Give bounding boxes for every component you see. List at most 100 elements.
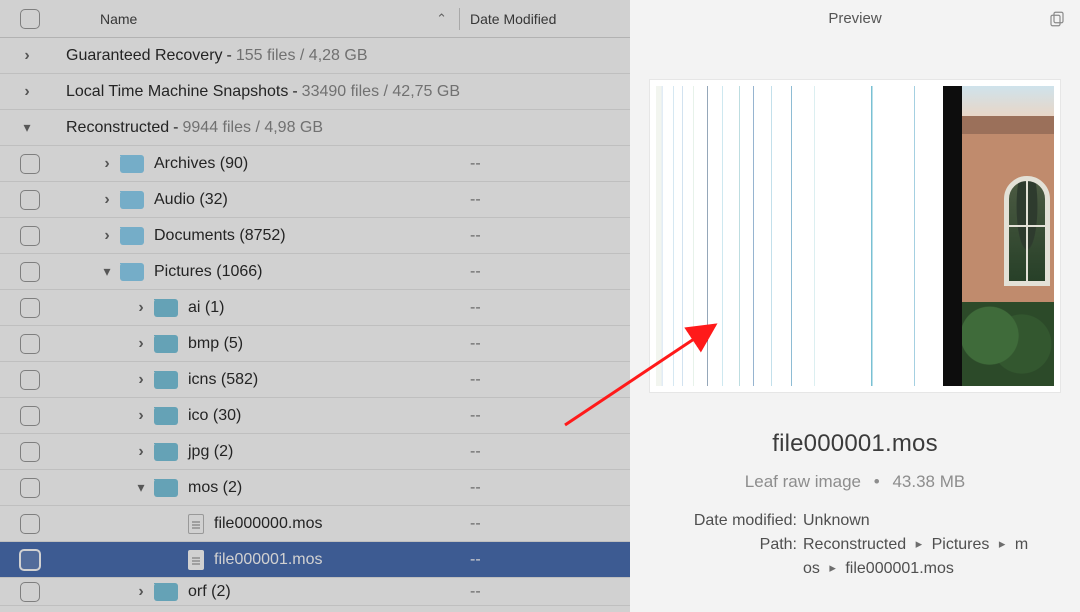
folder-archives[interactable]: Archives (90) -- xyxy=(0,146,630,182)
folder-label: mos (2) xyxy=(188,479,242,497)
row-checkbox[interactable] xyxy=(20,406,40,426)
row-checkbox[interactable] xyxy=(20,298,40,318)
root-name: Reconstructed xyxy=(66,119,169,137)
preview-metadata: Date modified: Unknown Path: Reconstruct… xyxy=(630,512,1080,578)
folder-label: Pictures (1066) xyxy=(154,263,263,281)
disclosure-right-icon[interactable] xyxy=(134,407,148,425)
disclosure-down-icon[interactable] xyxy=(134,479,148,496)
folder-jpg[interactable]: jpg (2) -- xyxy=(0,434,630,470)
preview-kind: Leaf raw image xyxy=(745,472,861,491)
date-modified: -- xyxy=(470,443,630,461)
select-all-checkbox[interactable] xyxy=(20,9,40,29)
preview-panel: Preview file000001.mos Leaf raw image • … xyxy=(630,0,1080,612)
folder-icon xyxy=(154,583,178,601)
file-name: file000001.mos xyxy=(214,551,323,569)
folder-orf[interactable]: orf (2) -- xyxy=(0,578,630,606)
row-checkbox[interactable] xyxy=(20,334,40,354)
date-modified: -- xyxy=(470,191,630,209)
file-row-file000001-selected[interactable]: file000001.mos -- xyxy=(0,542,630,578)
folder-icns[interactable]: icns (582) -- xyxy=(0,362,630,398)
path-separator-icon: ▸ xyxy=(911,536,928,551)
sort-ascending-icon: ⌃ xyxy=(436,11,447,27)
date-modified: -- xyxy=(470,155,630,173)
disclosure-right-icon[interactable] xyxy=(134,443,148,461)
column-header-name[interactable]: Name ⌃ xyxy=(60,11,459,27)
date-modified: -- xyxy=(470,551,630,569)
meta-path-cont: os ▸ file000001.mos xyxy=(648,560,1062,578)
column-separator[interactable] xyxy=(459,8,460,30)
photo-sliver xyxy=(962,86,1054,386)
row-checkbox[interactable] xyxy=(20,370,40,390)
row-checkbox[interactable] xyxy=(19,549,41,571)
meta-date-modified: Date modified: Unknown xyxy=(648,512,1062,530)
folder-label: ico (30) xyxy=(188,407,241,425)
row-checkbox[interactable] xyxy=(20,514,40,534)
row-checkbox[interactable] xyxy=(20,154,40,174)
root-sub: 9944 files / 4,98 GB xyxy=(183,119,324,137)
folder-bmp[interactable]: bmp (5) -- xyxy=(0,326,630,362)
folder-icon xyxy=(120,191,144,209)
date-modified: -- xyxy=(470,479,630,497)
file-icon xyxy=(188,514,204,534)
folder-ico[interactable]: ico (30) -- xyxy=(0,398,630,434)
date-modified: -- xyxy=(470,407,630,425)
folder-documents[interactable]: Documents (8752) -- xyxy=(0,218,630,254)
file-icon xyxy=(188,550,204,570)
dash: - xyxy=(288,83,301,101)
folder-label: Audio (32) xyxy=(154,191,228,209)
meta-key: Date modified: xyxy=(648,512,803,530)
folder-pictures[interactable]: Pictures (1066) -- xyxy=(0,254,630,290)
disclosure-right-icon[interactable] xyxy=(100,155,114,173)
folder-label: jpg (2) xyxy=(188,443,233,461)
date-modified: -- xyxy=(470,227,630,245)
column-header-date[interactable]: Date Modified xyxy=(470,11,630,27)
root-name: Guaranteed Recovery xyxy=(66,47,223,65)
preview-subtitle: Leaf raw image • 43.38 MB xyxy=(630,472,1080,492)
folder-icon xyxy=(154,335,178,353)
row-checkbox[interactable] xyxy=(20,262,40,282)
disclosure-down-icon[interactable] xyxy=(100,263,114,280)
copy-icon[interactable] xyxy=(1048,10,1066,28)
disclosure-right-icon[interactable] xyxy=(134,335,148,353)
preview-thumbnail[interactable] xyxy=(650,80,1060,392)
row-checkbox[interactable] xyxy=(20,442,40,462)
bullet-separator: • xyxy=(866,472,888,491)
row-checkbox[interactable] xyxy=(20,582,40,602)
folder-icon xyxy=(154,371,178,389)
folder-label: Documents (8752) xyxy=(154,227,286,245)
dash: - xyxy=(223,47,236,65)
date-modified: -- xyxy=(470,299,630,317)
disclosure-right-icon[interactable] xyxy=(20,47,34,65)
folder-mos[interactable]: mos (2) -- xyxy=(0,470,630,506)
root-local-time-machine[interactable]: Local Time Machine Snapshots - 33490 fil… xyxy=(0,74,630,110)
disclosure-right-icon[interactable] xyxy=(20,83,34,101)
path-separator-icon: ▸ xyxy=(994,536,1011,551)
root-reconstructed[interactable]: Reconstructed - 9944 files / 4,98 GB xyxy=(0,110,630,146)
file-list-panel: Name ⌃ Date Modified Guaranteed Recovery… xyxy=(0,0,630,612)
folder-icon xyxy=(154,299,178,317)
disclosure-right-icon[interactable] xyxy=(100,227,114,245)
date-modified: -- xyxy=(470,515,630,533)
folder-audio[interactable]: Audio (32) -- xyxy=(0,182,630,218)
folder-label: bmp (5) xyxy=(188,335,243,353)
folder-ai[interactable]: ai (1) -- xyxy=(0,290,630,326)
folder-label: Archives (90) xyxy=(154,155,248,173)
disclosure-right-icon[interactable] xyxy=(134,299,148,317)
disclosure-down-icon[interactable] xyxy=(20,119,34,136)
disclosure-right-icon[interactable] xyxy=(100,191,114,209)
folder-icon xyxy=(154,443,178,461)
root-guaranteed-recovery[interactable]: Guaranteed Recovery - 155 files / 4,28 G… xyxy=(0,38,630,74)
preview-header: Preview xyxy=(630,0,1080,38)
row-checkbox[interactable] xyxy=(20,226,40,246)
file-row-file000000[interactable]: file000000.mos -- xyxy=(0,506,630,542)
disclosure-right-icon[interactable] xyxy=(134,371,148,389)
meta-value: Unknown xyxy=(803,512,1062,530)
select-all-cell xyxy=(0,9,60,29)
disclosure-right-icon[interactable] xyxy=(134,583,148,601)
date-modified: -- xyxy=(470,263,630,281)
preview-filename: file000001.mos xyxy=(630,430,1080,458)
row-checkbox[interactable] xyxy=(20,478,40,498)
corrupted-stripes xyxy=(656,86,943,386)
preview-header-label: Preview xyxy=(828,10,881,27)
row-checkbox[interactable] xyxy=(20,190,40,210)
